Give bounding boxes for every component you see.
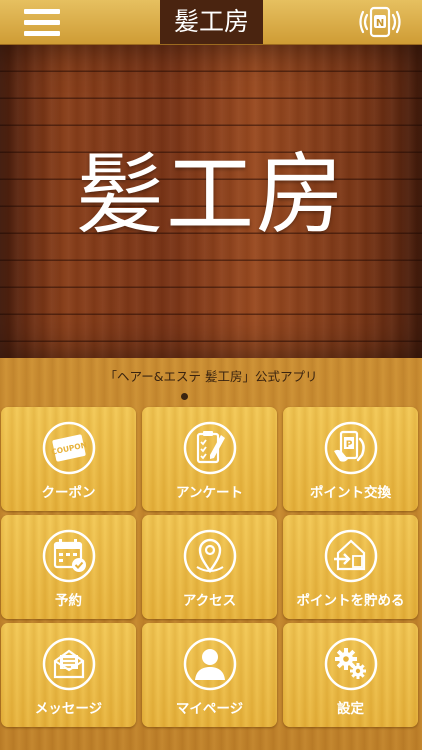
reservation-tile[interactable]: 予約 <box>1 515 136 619</box>
tile-label: 設定 <box>337 701 364 717</box>
point-exchange-tile[interactable]: P ポイント交換 <box>283 407 418 511</box>
point-exchange-icon: P <box>324 421 378 475</box>
collect-points-tile[interactable]: ポイントを貯める <box>283 515 418 619</box>
access-tile[interactable]: アクセス <box>142 515 277 619</box>
app-title: 髪工房 <box>160 0 263 44</box>
svg-text:P: P <box>346 440 353 450</box>
menu-button[interactable] <box>24 9 60 36</box>
nfc-phone-icon: N <box>359 6 401 38</box>
hamburger-menu-icon <box>24 9 60 14</box>
tile-label: クーポン <box>41 485 96 501</box>
coupon-tile[interactable]: COUPON クーポン <box>1 407 136 511</box>
coupon-icon: COUPON <box>42 421 96 475</box>
hero-title: 髪工房 <box>75 143 346 246</box>
survey-tile[interactable]: アンケート <box>142 407 277 511</box>
tile-label: ポイントを貯める <box>296 593 405 609</box>
clipboard-checklist-icon <box>183 421 237 475</box>
hero-banner: 髪工房 <box>0 45 422 358</box>
tile-label: 予約 <box>55 593 82 609</box>
tile-label: マイページ <box>175 701 244 717</box>
tile-label: ポイント交換 <box>310 485 391 501</box>
settings-gears-icon <box>324 637 378 691</box>
settings-tile[interactable]: 設定 <box>283 623 418 727</box>
mypage-tile[interactable]: マイページ <box>142 623 277 727</box>
header-bar: 髪工房 N <box>0 0 422 45</box>
tile-label: メッセージ <box>34 701 103 717</box>
map-pin-icon <box>183 529 237 583</box>
page-indicator-dot[interactable] <box>181 393 188 400</box>
collect-points-icon <box>324 529 378 583</box>
svg-text:N: N <box>376 18 384 29</box>
message-tile[interactable]: メッセージ <box>1 623 136 727</box>
message-icon <box>42 637 96 691</box>
calendar-check-icon <box>42 529 96 583</box>
app-subtitle: 「ヘアー&エステ 髪工房」公式アプリ <box>104 369 318 384</box>
nfc-button[interactable]: N <box>356 6 404 38</box>
tile-label: アクセス <box>182 593 237 609</box>
user-avatar-icon <box>183 637 237 691</box>
tile-label: アンケート <box>176 485 243 501</box>
